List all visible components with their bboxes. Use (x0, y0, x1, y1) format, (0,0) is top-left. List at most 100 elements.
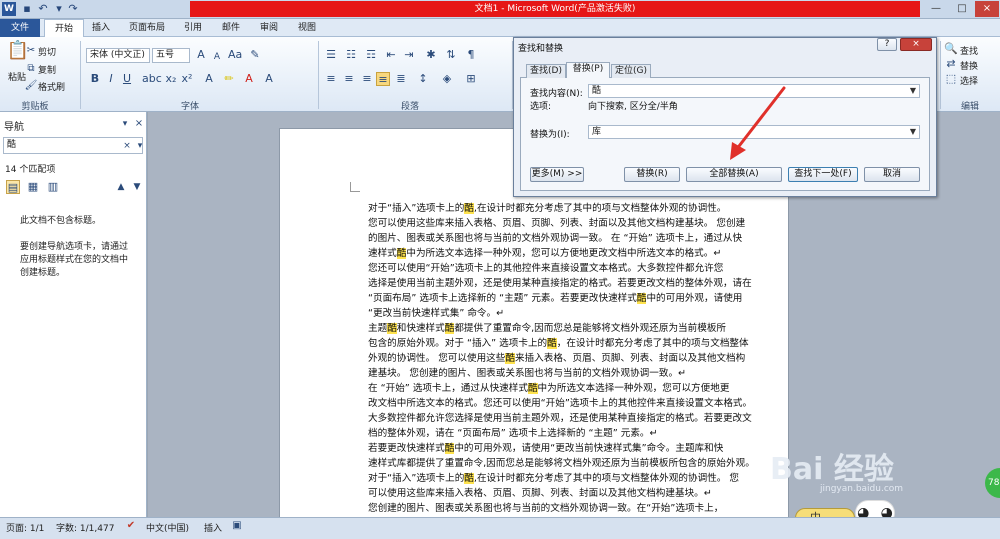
previous-result-icon[interactable]: ▲ (114, 180, 128, 194)
document-line[interactable]: 包含的原始外观。对于 “插入” 选项卡上的酷，在设计时都充分考虑了其中的项与文档… (368, 336, 788, 351)
bold-icon[interactable]: B (88, 72, 102, 86)
document-line[interactable]: 若要更改快速样式酷中的可用外观，请使用“更改当前快速样式集”命令。主题库和快 (368, 441, 788, 456)
tab-review[interactable]: 审阅 (252, 19, 286, 37)
cut-button[interactable]: 剪切 (38, 45, 56, 58)
tab-find[interactable]: 查找(D) (526, 64, 566, 78)
close-icon[interactable]: × (975, 1, 999, 17)
document-line[interactable]: 您还可以使用“开始”选项卡上的其他控件来直接设置文本格式。大多数控件都允许您 (368, 261, 788, 276)
help-button[interactable]: ? (877, 38, 897, 51)
shading-icon[interactable]: ◈ (440, 72, 454, 86)
align-center-icon[interactable]: ≡ (342, 72, 356, 86)
font-color-icon[interactable]: A (242, 72, 256, 86)
bullets-icon[interactable]: ☰ (324, 48, 338, 62)
format-painter-button[interactable]: 格式刷 (38, 80, 65, 93)
chevron-down-icon[interactable]: ▼ (907, 85, 919, 97)
redo-icon[interactable]: ↷ (66, 2, 80, 16)
pages-view-icon[interactable]: ▦ (26, 180, 40, 194)
align-right-icon[interactable]: ≡ (360, 72, 374, 86)
tab-file[interactable]: 文件 (0, 19, 40, 37)
document-line[interactable]: 建基块。 您创建的图片、图表或关系图也将与当前的文档外观协调一致。↵ (368, 366, 788, 381)
document-line[interactable]: 对于“插入”选项卡上的酷,在设计时都充分考虑了其中的项与文档整体外观的协调性。 … (368, 471, 788, 486)
results-view-icon[interactable]: ▥ (46, 180, 60, 194)
grow-font-icon[interactable]: A (194, 48, 208, 62)
text-effects-icon[interactable]: A (202, 72, 216, 86)
chevron-down-icon[interactable]: ▾ (118, 117, 132, 131)
document-line[interactable]: 外观的协调性。 您可以使用这些酷来插入表格、页眉、页脚、列表、封面以及其他文档构 (368, 351, 788, 366)
chevron-down-icon[interactable]: ▼ (907, 126, 919, 138)
replace-button[interactable]: 替换 (960, 59, 978, 72)
show-marks-icon[interactable]: ¶ (464, 48, 478, 62)
clear-format-icon[interactable]: ✎ (248, 48, 262, 62)
subscript-icon[interactable]: x₂ (164, 72, 178, 86)
tab-references[interactable]: 引用 (176, 19, 210, 37)
chevron-down-icon[interactable]: ▾ (133, 139, 147, 153)
tab-goto[interactable]: 定位(G) (611, 64, 651, 78)
document-line[interactable]: 选择是使用当前主题外观，还是使用某种直接指定的格式。若要更改文档的整体外观，请在 (368, 276, 788, 291)
italic-icon[interactable]: I (104, 72, 118, 86)
line-spacing-icon[interactable]: ↕ (416, 72, 430, 86)
find-next-button[interactable]: 查找下一处(F) (788, 167, 858, 182)
document-line[interactable]: 速样式酷中为所选文本选择一种外观，您可以方便地更改文档中所选文本的格式。↵ (368, 246, 788, 261)
tab-home[interactable]: 开始 (44, 19, 84, 38)
font-size-combo[interactable]: 五号 (152, 48, 190, 63)
document-line[interactable]: 档的整体外观，请在 “页面布局” 选项卡上选择新的 “主题” 元素。↵ (368, 426, 788, 441)
replace-once-button[interactable]: 替换(R) (624, 167, 680, 182)
justify-icon[interactable]: ≡ (376, 72, 390, 86)
next-result-icon[interactable]: ▼ (130, 180, 144, 194)
borders-icon[interactable]: ⊞ (464, 72, 478, 86)
minimize-icon[interactable]: — (924, 1, 948, 17)
document-line[interactable]: 您创建的图片、图表或关系图也将与当前的文档外观协调一致。在“开始”选项卡上， (368, 501, 788, 516)
document-line[interactable]: 对于“插入”选项卡上的酷,在设计时都充分考虑了其中的项与文档整体外观的协调性。 (368, 201, 788, 216)
replace-all-button[interactable]: 全部替换(A) (686, 167, 782, 182)
macro-icon[interactable]: ▣ (230, 519, 244, 533)
undo-icon[interactable]: ↶ (36, 2, 50, 16)
maximize-icon[interactable]: □ (950, 1, 974, 17)
change-case-icon[interactable]: Aa (228, 48, 242, 62)
tab-replace[interactable]: 替换(P) (566, 62, 610, 78)
document-line[interactable]: 大多数控件都允许您选择是使用当前主题外观，还是使用某种直接指定的格式。若要更改文 (368, 411, 788, 426)
clear-search-icon[interactable]: × (120, 139, 134, 153)
insert-mode-indicator[interactable]: 插入 (204, 521, 222, 534)
numbering-icon[interactable]: ☷ (344, 48, 358, 62)
tab-page-layout[interactable]: 页面布局 (122, 19, 172, 37)
chevron-down-icon[interactable]: ▾ (52, 2, 66, 16)
word-count[interactable]: 字数: 1/1,477 (56, 521, 114, 534)
select-button[interactable]: 选择 (960, 74, 978, 87)
multilevel-list-icon[interactable]: ☶ (364, 48, 378, 62)
language-indicator[interactable]: 中文(中国) (146, 521, 189, 534)
document-line[interactable]: 速样式库都提供了重置命令,因而您总是能够将文档外观还原为当前模板所包含的原始外观… (368, 456, 788, 471)
more-button[interactable]: 更多(M) >> (530, 167, 584, 182)
document-line[interactable]: 的图片、图表或关系图也将与当前的文档外观协调一致。 在 “开始” 选项卡上，通过… (368, 231, 788, 246)
char-shading-icon[interactable]: A (262, 72, 276, 86)
close-icon[interactable]: × (132, 117, 146, 131)
document-line[interactable]: “更改当前快速样式集” 命令。↵ (368, 306, 788, 321)
save-icon[interactable]: ▪ (20, 2, 34, 16)
page-indicator[interactable]: 页面: 1/1 (6, 521, 44, 534)
document-line[interactable]: 可以使用这些库来插入表格、页眉、页脚、列表、封面以及其他文档构建基块。↵ (368, 486, 788, 501)
document-line[interactable]: 主题酷和快速样式酷都提供了重置命令,因而您总是能够将文档外观还原为当前模板所 (368, 321, 788, 336)
sort-icon[interactable]: ⇅ (444, 48, 458, 62)
document-line[interactable]: “页面布局” 选项卡上选择新的 “主题” 元素。若要更改快速样式酷中的可用外观，… (368, 291, 788, 306)
shrink-font-icon[interactable]: A (210, 50, 224, 64)
tab-insert[interactable]: 插入 (84, 19, 118, 37)
chinese-layout-icon[interactable]: ✱ (424, 48, 438, 62)
decrease-indent-icon[interactable]: ⇤ (384, 48, 398, 62)
font-name-combo[interactable]: 宋体 (中文正) (86, 48, 150, 63)
highlight-icon[interactable]: ✏ (222, 72, 236, 86)
tab-view[interactable]: 视图 (290, 19, 324, 37)
strikethrough-icon[interactable]: abc (142, 72, 162, 86)
document-line[interactable]: 改文档中所选文本的格式。您还可以使用“开始”选项卡上的其他控件来直接设置文本格式… (368, 396, 788, 411)
document-line[interactable]: 在 “开始” 选项卡上，通过从快速样式酷中为所选文本选择一种外观，您可以方便地更 (368, 381, 788, 396)
tab-mailings[interactable]: 邮件 (214, 19, 248, 37)
underline-icon[interactable]: U (120, 72, 134, 86)
headings-view-icon[interactable]: ▤ (6, 180, 20, 194)
align-left-icon[interactable]: ≡ (324, 72, 338, 86)
dialog-close-button[interactable]: × (900, 38, 932, 51)
superscript-icon[interactable]: x² (180, 72, 194, 86)
document-line[interactable]: 您可以使用这些库来插入表格、页眉、页脚、列表、封面以及其他文档构建基块。 您创建 (368, 216, 788, 231)
copy-button[interactable]: 复制 (38, 63, 56, 76)
find-button[interactable]: 查找 (960, 44, 978, 57)
cancel-button[interactable]: 取消 (864, 167, 920, 182)
proofing-icon[interactable]: ✔ (124, 519, 138, 533)
distributed-icon[interactable]: ≣ (394, 72, 408, 86)
